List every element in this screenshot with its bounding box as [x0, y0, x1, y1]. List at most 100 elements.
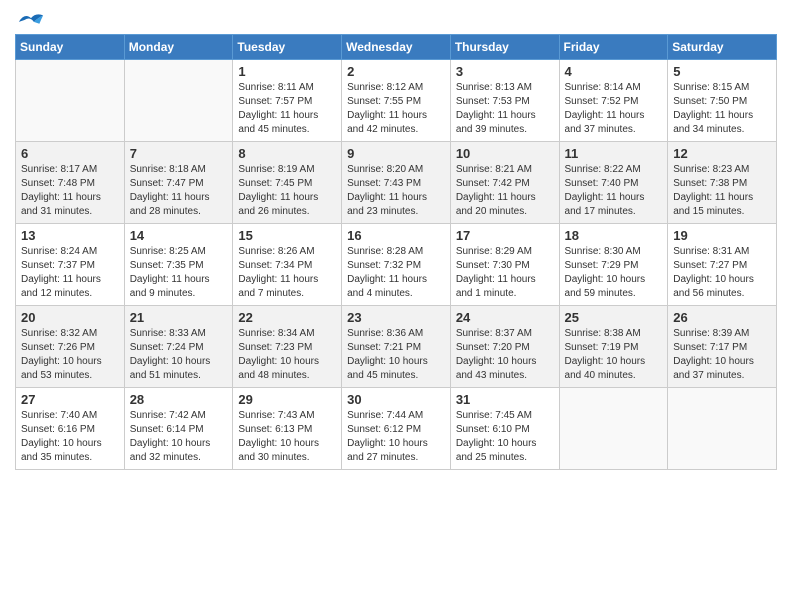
day-info: Sunrise: 8:22 AM Sunset: 7:40 PM Dayligh…: [565, 163, 663, 219]
day-number: 17: [456, 228, 554, 243]
day-number: 9: [347, 146, 445, 161]
calendar-cell: 1 Sunrise: 8:11 AM Sunset: 7:57 PM Daylig…: [233, 60, 342, 142]
day-number: 6: [21, 146, 119, 161]
day-info: Sunrise: 8:32 AM Sunset: 7:26 PM Dayligh…: [21, 327, 119, 383]
page-header: [15, 10, 777, 26]
day-info: Sunrise: 8:33 AM Sunset: 7:24 PM Dayligh…: [130, 327, 228, 383]
calendar-week-row: 20 Sunrise: 8:32 AM Sunset: 7:26 PM Dayli…: [16, 306, 777, 388]
day-number: 29: [238, 392, 336, 407]
column-header-thursday: Thursday: [450, 35, 559, 60]
calendar-table: SundayMondayTuesdayWednesdayThursdayFrid…: [15, 34, 777, 470]
calendar-cell: 28 Sunrise: 7:42 AM Sunset: 6:14 PM Dayli…: [124, 388, 233, 470]
day-number: 21: [130, 310, 228, 325]
calendar-cell: 4 Sunrise: 8:14 AM Sunset: 7:52 PM Daylig…: [559, 60, 668, 142]
day-info: Sunrise: 8:13 AM Sunset: 7:53 PM Dayligh…: [456, 81, 554, 137]
day-info: Sunrise: 8:11 AM Sunset: 7:57 PM Dayligh…: [238, 81, 336, 137]
day-info: Sunrise: 7:43 AM Sunset: 6:13 PM Dayligh…: [238, 409, 336, 465]
logo-bird-icon: [17, 10, 45, 30]
day-number: 25: [565, 310, 663, 325]
day-info: Sunrise: 8:31 AM Sunset: 7:27 PM Dayligh…: [673, 245, 771, 301]
day-info: Sunrise: 8:14 AM Sunset: 7:52 PM Dayligh…: [565, 81, 663, 137]
calendar-cell: 27Sunrise: 7:40 AM Sunset: 6:16 PM Dayli…: [16, 388, 125, 470]
day-info: Sunrise: 8:19 AM Sunset: 7:45 PM Dayligh…: [238, 163, 336, 219]
calendar-cell: 16 Sunrise: 8:28 AM Sunset: 7:32 PM Dayli…: [342, 224, 451, 306]
day-number: 18: [565, 228, 663, 243]
calendar-cell: [16, 60, 125, 142]
day-info: Sunrise: 8:15 AM Sunset: 7:50 PM Dayligh…: [673, 81, 771, 137]
day-number: 24: [456, 310, 554, 325]
calendar-cell: 26 Sunrise: 8:39 AM Sunset: 7:17 PM Dayli…: [668, 306, 777, 388]
day-info: Sunrise: 8:25 AM Sunset: 7:35 PM Dayligh…: [130, 245, 228, 301]
day-number: 14: [130, 228, 228, 243]
day-number: 4: [565, 64, 663, 79]
day-number: 8: [238, 146, 336, 161]
calendar-cell: 23 Sunrise: 8:36 AM Sunset: 7:21 PM Dayli…: [342, 306, 451, 388]
calendar-cell: 10Sunrise: 8:21 AM Sunset: 7:42 PM Dayli…: [450, 142, 559, 224]
calendar-cell: 6 Sunrise: 8:17 AM Sunset: 7:48 PM Daylig…: [16, 142, 125, 224]
calendar-cell: 19 Sunrise: 8:31 AM Sunset: 7:27 PM Dayli…: [668, 224, 777, 306]
day-number: 31: [456, 392, 554, 407]
day-info: Sunrise: 8:24 AM Sunset: 7:37 PM Dayligh…: [21, 245, 119, 301]
day-info: Sunrise: 7:44 AM Sunset: 6:12 PM Dayligh…: [347, 409, 445, 465]
day-info: Sunrise: 8:23 AM Sunset: 7:38 PM Dayligh…: [673, 163, 771, 219]
column-header-wednesday: Wednesday: [342, 35, 451, 60]
calendar-cell: 7 Sunrise: 8:18 AM Sunset: 7:47 PM Daylig…: [124, 142, 233, 224]
day-number: 13: [21, 228, 119, 243]
calendar-cell: 13 Sunrise: 8:24 AM Sunset: 7:37 PM Dayli…: [16, 224, 125, 306]
day-number: 15: [238, 228, 336, 243]
calendar-cell: 15 Sunrise: 8:26 AM Sunset: 7:34 PM Dayli…: [233, 224, 342, 306]
day-number: 7: [130, 146, 228, 161]
day-info: Sunrise: 8:12 AM Sunset: 7:55 PM Dayligh…: [347, 81, 445, 137]
day-info: Sunrise: 8:26 AM Sunset: 7:34 PM Dayligh…: [238, 245, 336, 301]
day-info: Sunrise: 8:30 AM Sunset: 7:29 PM Dayligh…: [565, 245, 663, 301]
day-info: Sunrise: 8:20 AM Sunset: 7:43 PM Dayligh…: [347, 163, 445, 219]
calendar-cell: 11 Sunrise: 8:22 AM Sunset: 7:40 PM Dayli…: [559, 142, 668, 224]
logo: [15, 10, 45, 26]
column-header-saturday: Saturday: [668, 35, 777, 60]
day-number: 1: [238, 64, 336, 79]
column-header-monday: Monday: [124, 35, 233, 60]
calendar-cell: 25 Sunrise: 8:38 AM Sunset: 7:19 PM Dayli…: [559, 306, 668, 388]
day-number: 12: [673, 146, 771, 161]
day-info: Sunrise: 8:34 AM Sunset: 7:23 PM Dayligh…: [238, 327, 336, 383]
calendar-cell: 29 Sunrise: 7:43 AM Sunset: 6:13 PM Dayli…: [233, 388, 342, 470]
calendar-cell: 2 Sunrise: 8:12 AM Sunset: 7:55 PM Daylig…: [342, 60, 451, 142]
day-info: Sunrise: 8:18 AM Sunset: 7:47 PM Dayligh…: [130, 163, 228, 219]
calendar-cell: [668, 388, 777, 470]
day-number: 23: [347, 310, 445, 325]
calendar-week-row: 13 Sunrise: 8:24 AM Sunset: 7:37 PM Dayli…: [16, 224, 777, 306]
day-number: 5: [673, 64, 771, 79]
day-info: Sunrise: 8:39 AM Sunset: 7:17 PM Dayligh…: [673, 327, 771, 383]
calendar-cell: 5 Sunrise: 8:15 AM Sunset: 7:50 PM Daylig…: [668, 60, 777, 142]
day-number: 10: [456, 146, 554, 161]
day-number: 11: [565, 146, 663, 161]
day-info: Sunrise: 8:38 AM Sunset: 7:19 PM Dayligh…: [565, 327, 663, 383]
calendar-cell: 21 Sunrise: 8:33 AM Sunset: 7:24 PM Dayli…: [124, 306, 233, 388]
day-number: 19: [673, 228, 771, 243]
calendar-cell: 22 Sunrise: 8:34 AM Sunset: 7:23 PM Dayli…: [233, 306, 342, 388]
day-info: Sunrise: 8:29 AM Sunset: 7:30 PM Dayligh…: [456, 245, 554, 301]
calendar-cell: 9 Sunrise: 8:20 AM Sunset: 7:43 PM Daylig…: [342, 142, 451, 224]
calendar-week-row: 6 Sunrise: 8:17 AM Sunset: 7:48 PM Daylig…: [16, 142, 777, 224]
calendar-week-row: 1 Sunrise: 8:11 AM Sunset: 7:57 PM Daylig…: [16, 60, 777, 142]
column-header-tuesday: Tuesday: [233, 35, 342, 60]
day-number: 22: [238, 310, 336, 325]
day-info: Sunrise: 7:42 AM Sunset: 6:14 PM Dayligh…: [130, 409, 228, 465]
day-info: Sunrise: 8:36 AM Sunset: 7:21 PM Dayligh…: [347, 327, 445, 383]
calendar-header-row: SundayMondayTuesdayWednesdayThursdayFrid…: [16, 35, 777, 60]
day-info: Sunrise: 8:17 AM Sunset: 7:48 PM Dayligh…: [21, 163, 119, 219]
day-number: 2: [347, 64, 445, 79]
calendar-cell: [124, 60, 233, 142]
day-number: 28: [130, 392, 228, 407]
day-number: 16: [347, 228, 445, 243]
calendar-cell: 14 Sunrise: 8:25 AM Sunset: 7:35 PM Dayli…: [124, 224, 233, 306]
day-number: 20: [21, 310, 119, 325]
day-number: 27: [21, 392, 119, 407]
day-info: Sunrise: 8:37 AM Sunset: 7:20 PM Dayligh…: [456, 327, 554, 383]
column-header-sunday: Sunday: [16, 35, 125, 60]
day-info: Sunrise: 8:28 AM Sunset: 7:32 PM Dayligh…: [347, 245, 445, 301]
column-header-friday: Friday: [559, 35, 668, 60]
calendar-cell: 24 Sunrise: 8:37 AM Sunset: 7:20 PM Dayli…: [450, 306, 559, 388]
day-number: 26: [673, 310, 771, 325]
calendar-cell: 17 Sunrise: 8:29 AM Sunset: 7:30 PM Dayli…: [450, 224, 559, 306]
